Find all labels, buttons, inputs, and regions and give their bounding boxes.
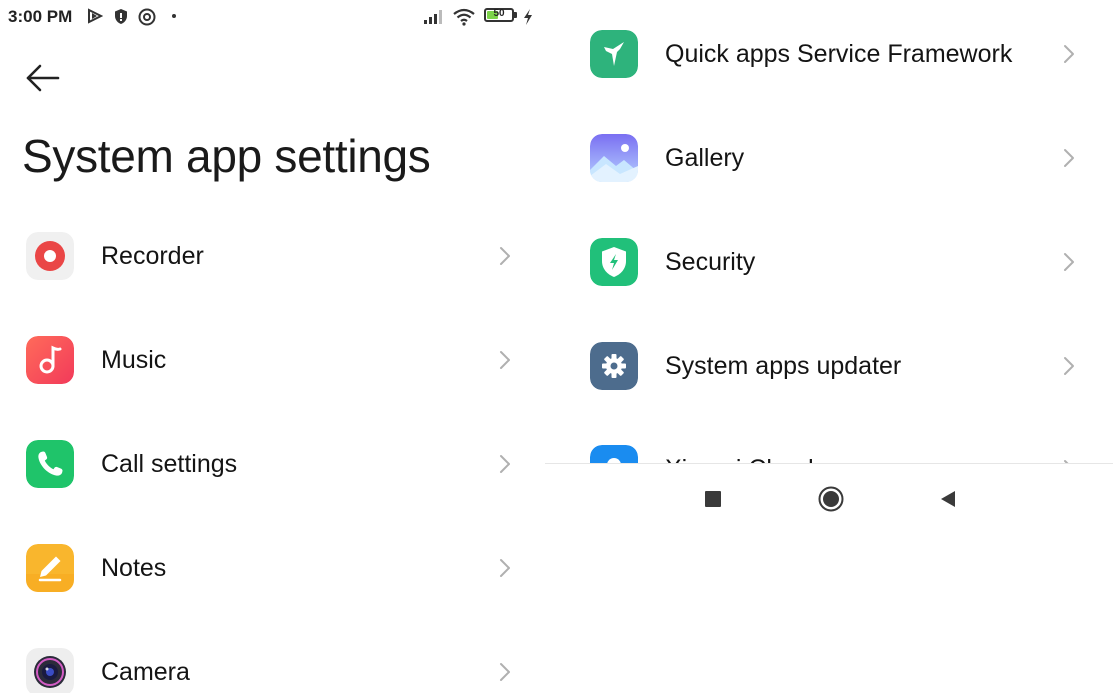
status-time: 3:00 PM <box>8 7 73 26</box>
chevron-right-icon <box>1064 253 1074 271</box>
play-protect-icon <box>88 8 103 24</box>
chevron-right-icon <box>500 663 510 681</box>
list-item-camera[interactable]: Camera <box>0 637 545 693</box>
list-item-system-apps-updater[interactable]: System apps updater <box>545 331 1113 401</box>
battery-icon: 50 <box>484 8 514 22</box>
notes-icon <box>26 544 74 592</box>
gear-icon <box>590 342 638 390</box>
list-item-label: Quick apps Service Framework <box>665 40 1013 68</box>
list-item-label: Call settings <box>101 450 238 478</box>
charging-icon <box>524 9 532 25</box>
chevron-right-icon <box>500 455 510 473</box>
music-icon <box>26 336 74 384</box>
list-item-notes[interactable]: Notes <box>0 533 545 603</box>
chevron-right-icon <box>1064 149 1074 167</box>
at-icon <box>138 8 156 26</box>
list-item-label: Gallery <box>665 144 745 172</box>
chevron-right-icon <box>1064 45 1074 63</box>
battery-level: 50 <box>493 8 505 19</box>
list-item-security[interactable]: Security <box>545 227 1113 297</box>
cloud-icon <box>590 445 638 464</box>
right-screen: Quick apps Service Framework Gallery Sec… <box>545 0 1113 693</box>
chevron-right-icon <box>500 351 510 369</box>
chevron-right-icon <box>1064 357 1074 375</box>
status-bar: 3:00 PM 50 <box>0 0 545 34</box>
list-item-recorder[interactable]: Recorder <box>0 221 545 291</box>
recorder-icon <box>26 232 74 280</box>
shield-icon <box>115 9 127 24</box>
list-item-xiaomi-cloud[interactable]: Xiaomi Cloud <box>545 440 1113 464</box>
list-item-gallery[interactable]: Gallery <box>545 123 1113 193</box>
list-item-music[interactable]: Music <box>0 325 545 395</box>
navigation-bar <box>545 464 1113 534</box>
list-item-quick-apps-service-framework[interactable]: Quick apps Service Framework <box>545 19 1113 89</box>
arrow-left-icon <box>26 64 60 92</box>
wifi-icon <box>453 8 475 26</box>
gallery-icon <box>590 134 638 182</box>
list-item-label: Notes <box>101 554 167 582</box>
list-item-label: Recorder <box>101 242 204 270</box>
chevron-right-icon <box>500 247 510 265</box>
left-screen: 3:00 PM 50 System app settings Recorder … <box>0 0 545 693</box>
hummingbird-icon <box>590 30 638 78</box>
list-item-call-settings[interactable]: Call settings <box>0 429 545 499</box>
camera-icon <box>26 648 74 693</box>
list-item-label: Music <box>101 346 167 374</box>
signal-icon <box>424 10 442 24</box>
home-button[interactable] <box>818 486 844 512</box>
recents-button[interactable] <box>705 491 721 507</box>
list-item-label: System apps updater <box>665 352 902 380</box>
dot-icon <box>172 14 176 18</box>
list-item-label: Security <box>665 248 756 276</box>
list-item-label: Camera <box>101 658 190 686</box>
page-title: System app settings <box>22 130 431 182</box>
battery-cap <box>514 12 517 18</box>
back-triangle-button[interactable] <box>938 489 958 509</box>
back-button[interactable] <box>20 60 66 98</box>
chevron-right-icon <box>500 559 510 577</box>
phone-icon <box>26 440 74 488</box>
security-shield-icon <box>590 238 638 286</box>
